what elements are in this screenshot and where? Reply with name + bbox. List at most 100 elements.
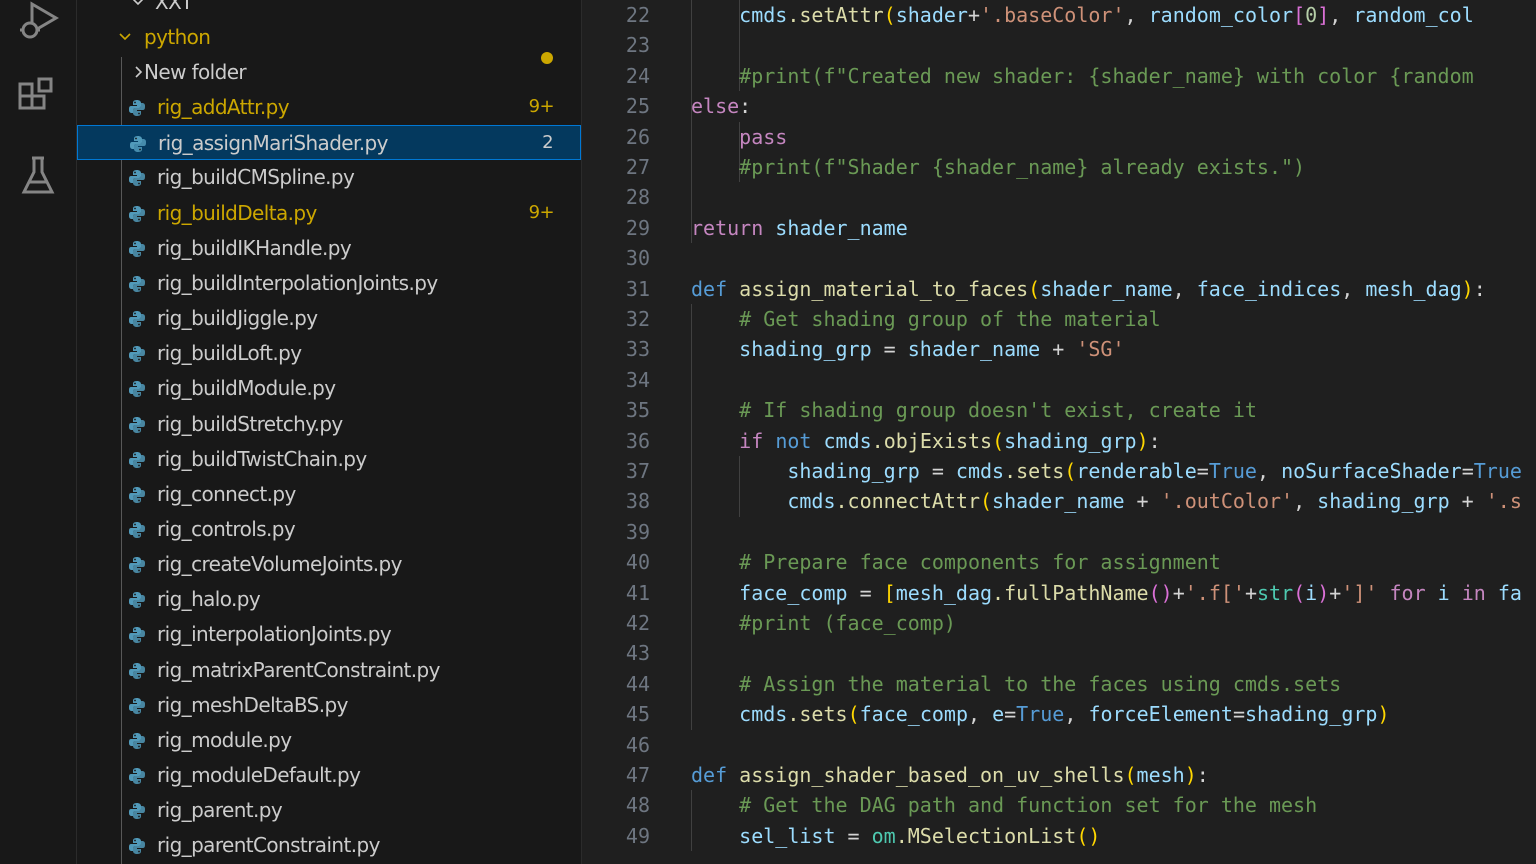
tree-item-label: rig_buildModule.py [157,376,336,401]
code-line: 49 sel_list = om.MSelectionList() [582,820,1536,852]
python-file-icon [129,521,145,538]
code-line: 39 [582,516,1536,548]
line-number: 23 [625,33,650,58]
code-text: cmds.connectAttr(shader_name + '.outColo… [787,489,1522,514]
tree-folder-item[interactable]: New folder [77,55,581,90]
tree-file-item[interactable]: rig_controls.py [77,512,581,547]
code-line: 34 [582,364,1536,396]
tree-file-item[interactable]: rig_parent.py [77,793,581,828]
tree-item-label: rig_buildJiggle.py [157,306,318,331]
tree-file-item[interactable]: rig_buildInterpolationJoints.py [77,266,581,301]
tree-item-label: rig_buildLoft.py [157,341,302,366]
code-text: #print (face_comp) [739,611,956,635]
code-text: cmds.sets(face_comp, e=True, forceElemen… [739,702,1390,727]
folder-label: XXT [155,0,193,14]
tree-file-item[interactable]: rig_meshDeltaBS.py [77,688,581,723]
code-line: 23 [582,30,1536,61]
code-text: # Prepare face components for assignment [739,550,1221,575]
python-file-icon [129,803,145,820]
tree-file-item[interactable]: rig_buildIKHandle.py [77,231,581,266]
python-file-icon [129,592,145,609]
code-editor[interactable]: 22 cmds.setAttr(shader+'.baseColor', ran… [582,0,1536,864]
code-text: shading_grp = cmds.sets(renderable=True,… [787,459,1522,483]
python-file-icon [129,768,145,784]
code-line: 32 # Get shading group of the material [582,304,1536,335]
tree-item-label: rig_halo.py [157,587,261,612]
python-file-icon [129,732,145,749]
python-file-icon [129,557,145,574]
code-text: #print(f"Shader {shader_name} already ex… [739,155,1306,179]
tree-file-item[interactable]: rig_buildCMSpline.py [77,160,581,195]
line-number: 42 [625,611,650,635]
line-number: 40 [625,550,650,575]
chevron-down-icon [132,0,144,6]
tree-file-item[interactable]: rig_parentConstraint.py [77,828,581,863]
tree-file-item[interactable]: rig_buildModule.py [77,371,581,406]
chevron-down-icon [119,33,131,41]
line-number: 37 [625,459,650,483]
code-text: else: [691,94,752,119]
tree-file-item[interactable]: rig_matrixParentConstraint.py [77,653,581,688]
tree-file-item[interactable]: rig_buildDelta.py 9+ [77,196,581,231]
tree-file-item[interactable]: rig_interpolationJoints.py [77,617,581,652]
run-debug-icon[interactable] [14,0,62,44]
code-line: 36 if not cmds.objExists(shading_grp): [582,425,1536,456]
tree-file-item[interactable]: rig_createVolumeJoints.py [77,547,581,582]
tree-file-item[interactable]: rig_buildStretchy.py [77,407,581,442]
extensions-icon[interactable] [14,74,62,122]
tree-item-label: rig_module.py [157,727,292,752]
line-number: 44 [625,671,650,696]
folder-label: python [144,25,211,49]
indent-guide [691,182,692,213]
line-number: 33 [625,337,650,362]
tree-item-label: rig_addAttr.py [157,95,290,120]
code-line: 33 shading_grp = shader_name + 'SG' [582,334,1536,365]
tree-item-label: rig_parent.py [157,798,283,823]
python-file-icon [129,100,145,117]
code-text: cmds.setAttr(shader+'.baseColor', random… [739,3,1474,27]
line-number: 22 [625,3,650,27]
tree-file-item[interactable]: rig_moduleDefault.py [77,758,581,793]
tree-file-item[interactable]: rig_buildTwistChain.py [77,442,581,477]
code-line: 30 [582,243,1536,273]
tree-folder-python[interactable]: python [77,20,581,64]
tree-file-item[interactable]: rig_buildJiggle.py [77,301,581,336]
code-text: sel_list = om.MSelectionList() [739,823,1101,848]
tree-file-item[interactable]: rig_addAttr.py 9+ [77,90,581,125]
python-file-icon [129,838,145,855]
python-file-icon [129,381,145,398]
tree-file-item[interactable]: rig_connect.py [77,477,581,512]
line-number: 43 [625,641,650,666]
tree-item-label: rig_connect.py [157,481,296,506]
code-line: 42 #print (face_comp) [582,608,1536,639]
line-number: 41 [625,580,650,605]
tree-item-label: rig_assignMariShader.py [158,131,389,156]
tree-item-label: rig_buildStretchy.py [157,411,343,436]
code-text: if not cmds.objExists(shading_grp): [739,428,1161,453]
tree-file-item[interactable]: rig_module.py [77,723,581,758]
tree-file-item[interactable]: rig_halo.py [77,582,581,617]
python-file-icon [129,346,145,363]
code-line: 29 return shader_name [582,212,1536,244]
explorer-panel: XXT python New folder rig_addAttr.py 9+ rig… [77,0,582,864]
python-file-icon [129,170,145,187]
indent-guide [691,638,692,669]
python-file-icon [130,136,146,153]
tree-item-label: rig_controls.py [157,516,296,541]
line-number: 34 [625,367,650,392]
tree-item-label: rig_moduleDefault.py [157,763,361,787]
testing-icon[interactable] [14,152,62,200]
tree-file-item[interactable]: rig_buildLoft.py [77,336,581,371]
tree-item-label: rig_meshDeltaBS.py [157,692,348,717]
code-line: 43 [582,638,1536,669]
tree-item-label: rig_buildIKHandle.py [157,235,352,260]
code-text: return shader_name [691,215,908,240]
line-number: 26 [625,124,650,149]
tree-file-item[interactable]: rig_assignMariShader.py 2 [77,125,581,161]
tree-item-label: rig_matrixParentConstraint.py [157,657,440,682]
code-line: 26 pass [582,121,1536,152]
tree-folder-xxt[interactable]: XXT [77,0,581,20]
line-number: 49 [625,823,650,848]
python-file-icon [129,311,145,328]
python-file-icon [129,240,145,257]
